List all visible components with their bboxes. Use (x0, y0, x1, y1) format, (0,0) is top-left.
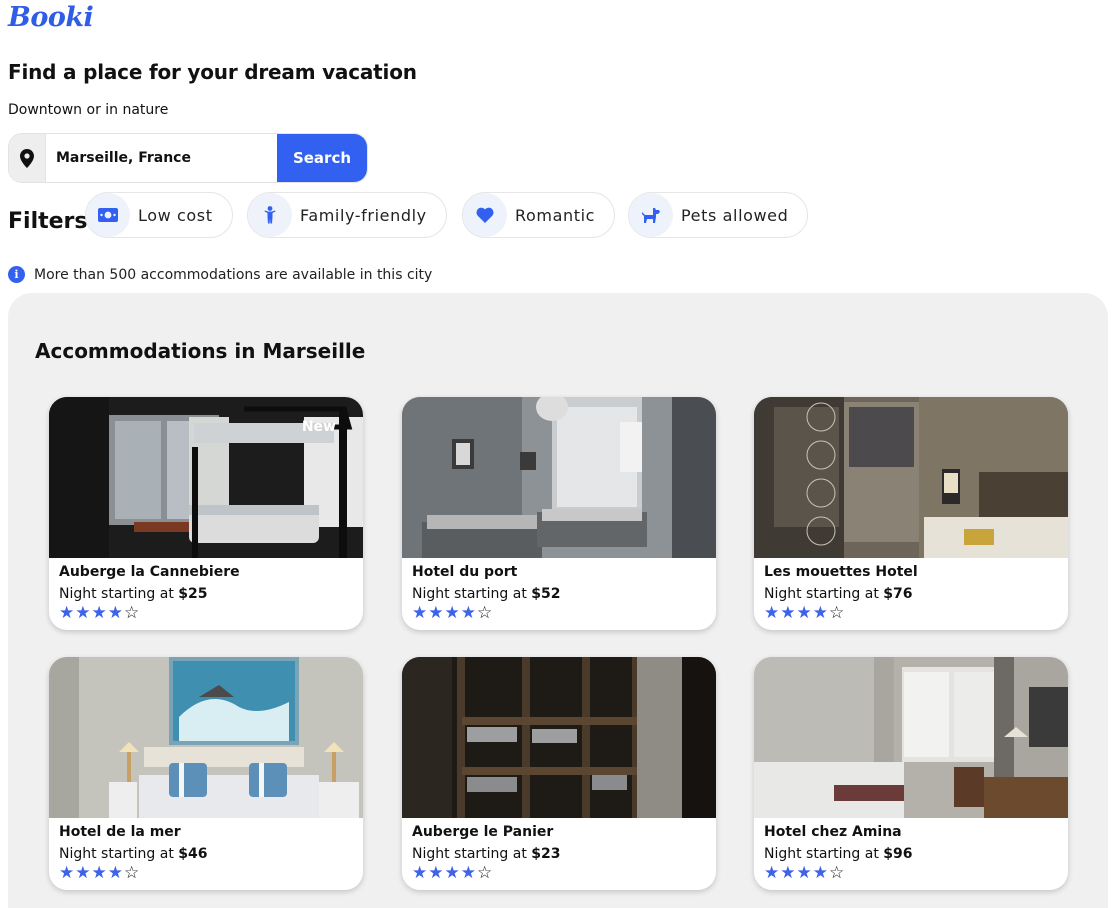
filter-label: Pets allowed (681, 205, 789, 225)
accommodation-card[interactable]: Auberge le Panier Night starting at $23 … (402, 657, 716, 890)
rating-stars: ★ ★ ★ ★ ☆ (59, 605, 139, 622)
accommodation-card[interactable]: Hotel du port Night starting at $52 ★ ★ ★ ★… (402, 397, 716, 630)
star-empty-icon: ☆ (477, 863, 493, 883)
star-empty-icon: ☆ (477, 603, 493, 623)
accommodations-section: Accommodations in Marseille New Auberge … (8, 293, 1108, 908)
star-filled-icon: ★ (460, 603, 476, 623)
filter-pets-allowed[interactable]: Pets allowed (628, 192, 809, 238)
star-empty-icon: ☆ (124, 603, 140, 623)
star-filled-icon: ★ (412, 863, 428, 883)
map-marker-icon (9, 134, 46, 182)
rating-stars: ★ ★ ★ ★ ☆ (412, 865, 492, 882)
star-filled-icon: ★ (444, 863, 460, 883)
accommodation-card[interactable]: Les mouettes Hotel Night starting at $76… (754, 397, 1068, 630)
filter-label: Romantic (515, 205, 596, 225)
accommodation-name: Hotel de la mer (59, 824, 181, 840)
accommodation-name: Auberge la Cannebiere (59, 564, 240, 580)
accommodation-name: Les mouettes Hotel (764, 564, 918, 580)
accommodation-photo: New (49, 397, 363, 558)
accommodations-title: Accommodations in Marseille (35, 339, 366, 363)
star-filled-icon: ★ (812, 863, 828, 883)
accommodation-price: Night starting at $25 (59, 586, 208, 602)
star-filled-icon: ★ (460, 863, 476, 883)
accommodation-card[interactable]: New Auberge la Cannebiere Night starting… (49, 397, 363, 630)
star-filled-icon: ★ (107, 603, 123, 623)
rating-stars: ★ ★ ★ ★ ☆ (764, 865, 844, 882)
rating-stars: ★ ★ ★ ★ ☆ (59, 865, 139, 882)
star-empty-icon: ☆ (124, 863, 140, 883)
star-filled-icon: ★ (764, 603, 780, 623)
dog-icon (629, 193, 673, 237)
star-filled-icon: ★ (780, 863, 796, 883)
rating-stars: ★ ★ ★ ★ ☆ (764, 605, 844, 622)
star-filled-icon: ★ (91, 603, 107, 623)
star-filled-icon: ★ (444, 603, 460, 623)
child-icon (248, 193, 292, 237)
filter-label: Low cost (138, 205, 213, 225)
filter-label: Family-friendly (300, 205, 427, 225)
star-filled-icon: ★ (764, 863, 780, 883)
accommodation-photo (402, 657, 716, 818)
filter-family-friendly[interactable]: Family-friendly (247, 192, 447, 238)
star-filled-icon: ★ (796, 603, 812, 623)
star-filled-icon: ★ (75, 863, 91, 883)
star-filled-icon: ★ (780, 603, 796, 623)
accommodation-card[interactable]: Hotel de la mer Night starting at $46 ★ ★… (49, 657, 363, 890)
star-filled-icon: ★ (59, 603, 75, 623)
money-icon (86, 193, 130, 237)
booki-logo[interactable]: Booki (8, 2, 94, 33)
accommodation-name: Hotel du port (412, 564, 518, 580)
accommodation-price: Night starting at $46 (59, 846, 208, 862)
star-filled-icon: ★ (91, 863, 107, 883)
filter-low-cost[interactable]: Low cost (85, 192, 233, 238)
info-icon: i (8, 266, 25, 283)
star-empty-icon: ☆ (829, 863, 845, 883)
info-banner: i More than 500 accommodations are avail… (8, 266, 432, 283)
accommodation-price: Night starting at $23 (412, 846, 561, 862)
heart-icon (463, 193, 507, 237)
new-badge: New (301, 419, 336, 435)
star-empty-icon: ☆ (829, 603, 845, 623)
rating-stars: ★ ★ ★ ★ ☆ (412, 605, 492, 622)
page-title: Find a place for your dream vacation (8, 60, 417, 84)
accommodation-photo (49, 657, 363, 818)
star-filled-icon: ★ (428, 603, 444, 623)
star-filled-icon: ★ (796, 863, 812, 883)
accommodation-photo (754, 397, 1068, 558)
accommodation-photo (402, 397, 716, 558)
accommodation-price: Night starting at $52 (412, 586, 561, 602)
star-filled-icon: ★ (412, 603, 428, 623)
page-subtitle: Downtown or in nature (8, 102, 169, 118)
info-text: More than 500 accommodations are availab… (34, 266, 433, 283)
star-filled-icon: ★ (107, 863, 123, 883)
star-filled-icon: ★ (812, 603, 828, 623)
filters-heading: Filters (8, 209, 88, 234)
accommodation-photo (754, 657, 1068, 818)
search-button[interactable]: Search (277, 134, 367, 182)
accommodation-price: Night starting at $76 (764, 586, 913, 602)
accommodation-name: Auberge le Panier (412, 824, 554, 840)
accommodation-price: Night starting at $96 (764, 846, 913, 862)
search-input[interactable] (46, 134, 277, 182)
star-filled-icon: ★ (59, 863, 75, 883)
star-filled-icon: ★ (75, 603, 91, 623)
filter-romantic[interactable]: Romantic (462, 192, 616, 238)
accommodation-card[interactable]: Hotel chez Amina Night starting at $96 ★… (754, 657, 1068, 890)
star-filled-icon: ★ (428, 863, 444, 883)
search-bar: Search (8, 133, 368, 183)
accommodation-name: Hotel chez Amina (764, 824, 902, 840)
